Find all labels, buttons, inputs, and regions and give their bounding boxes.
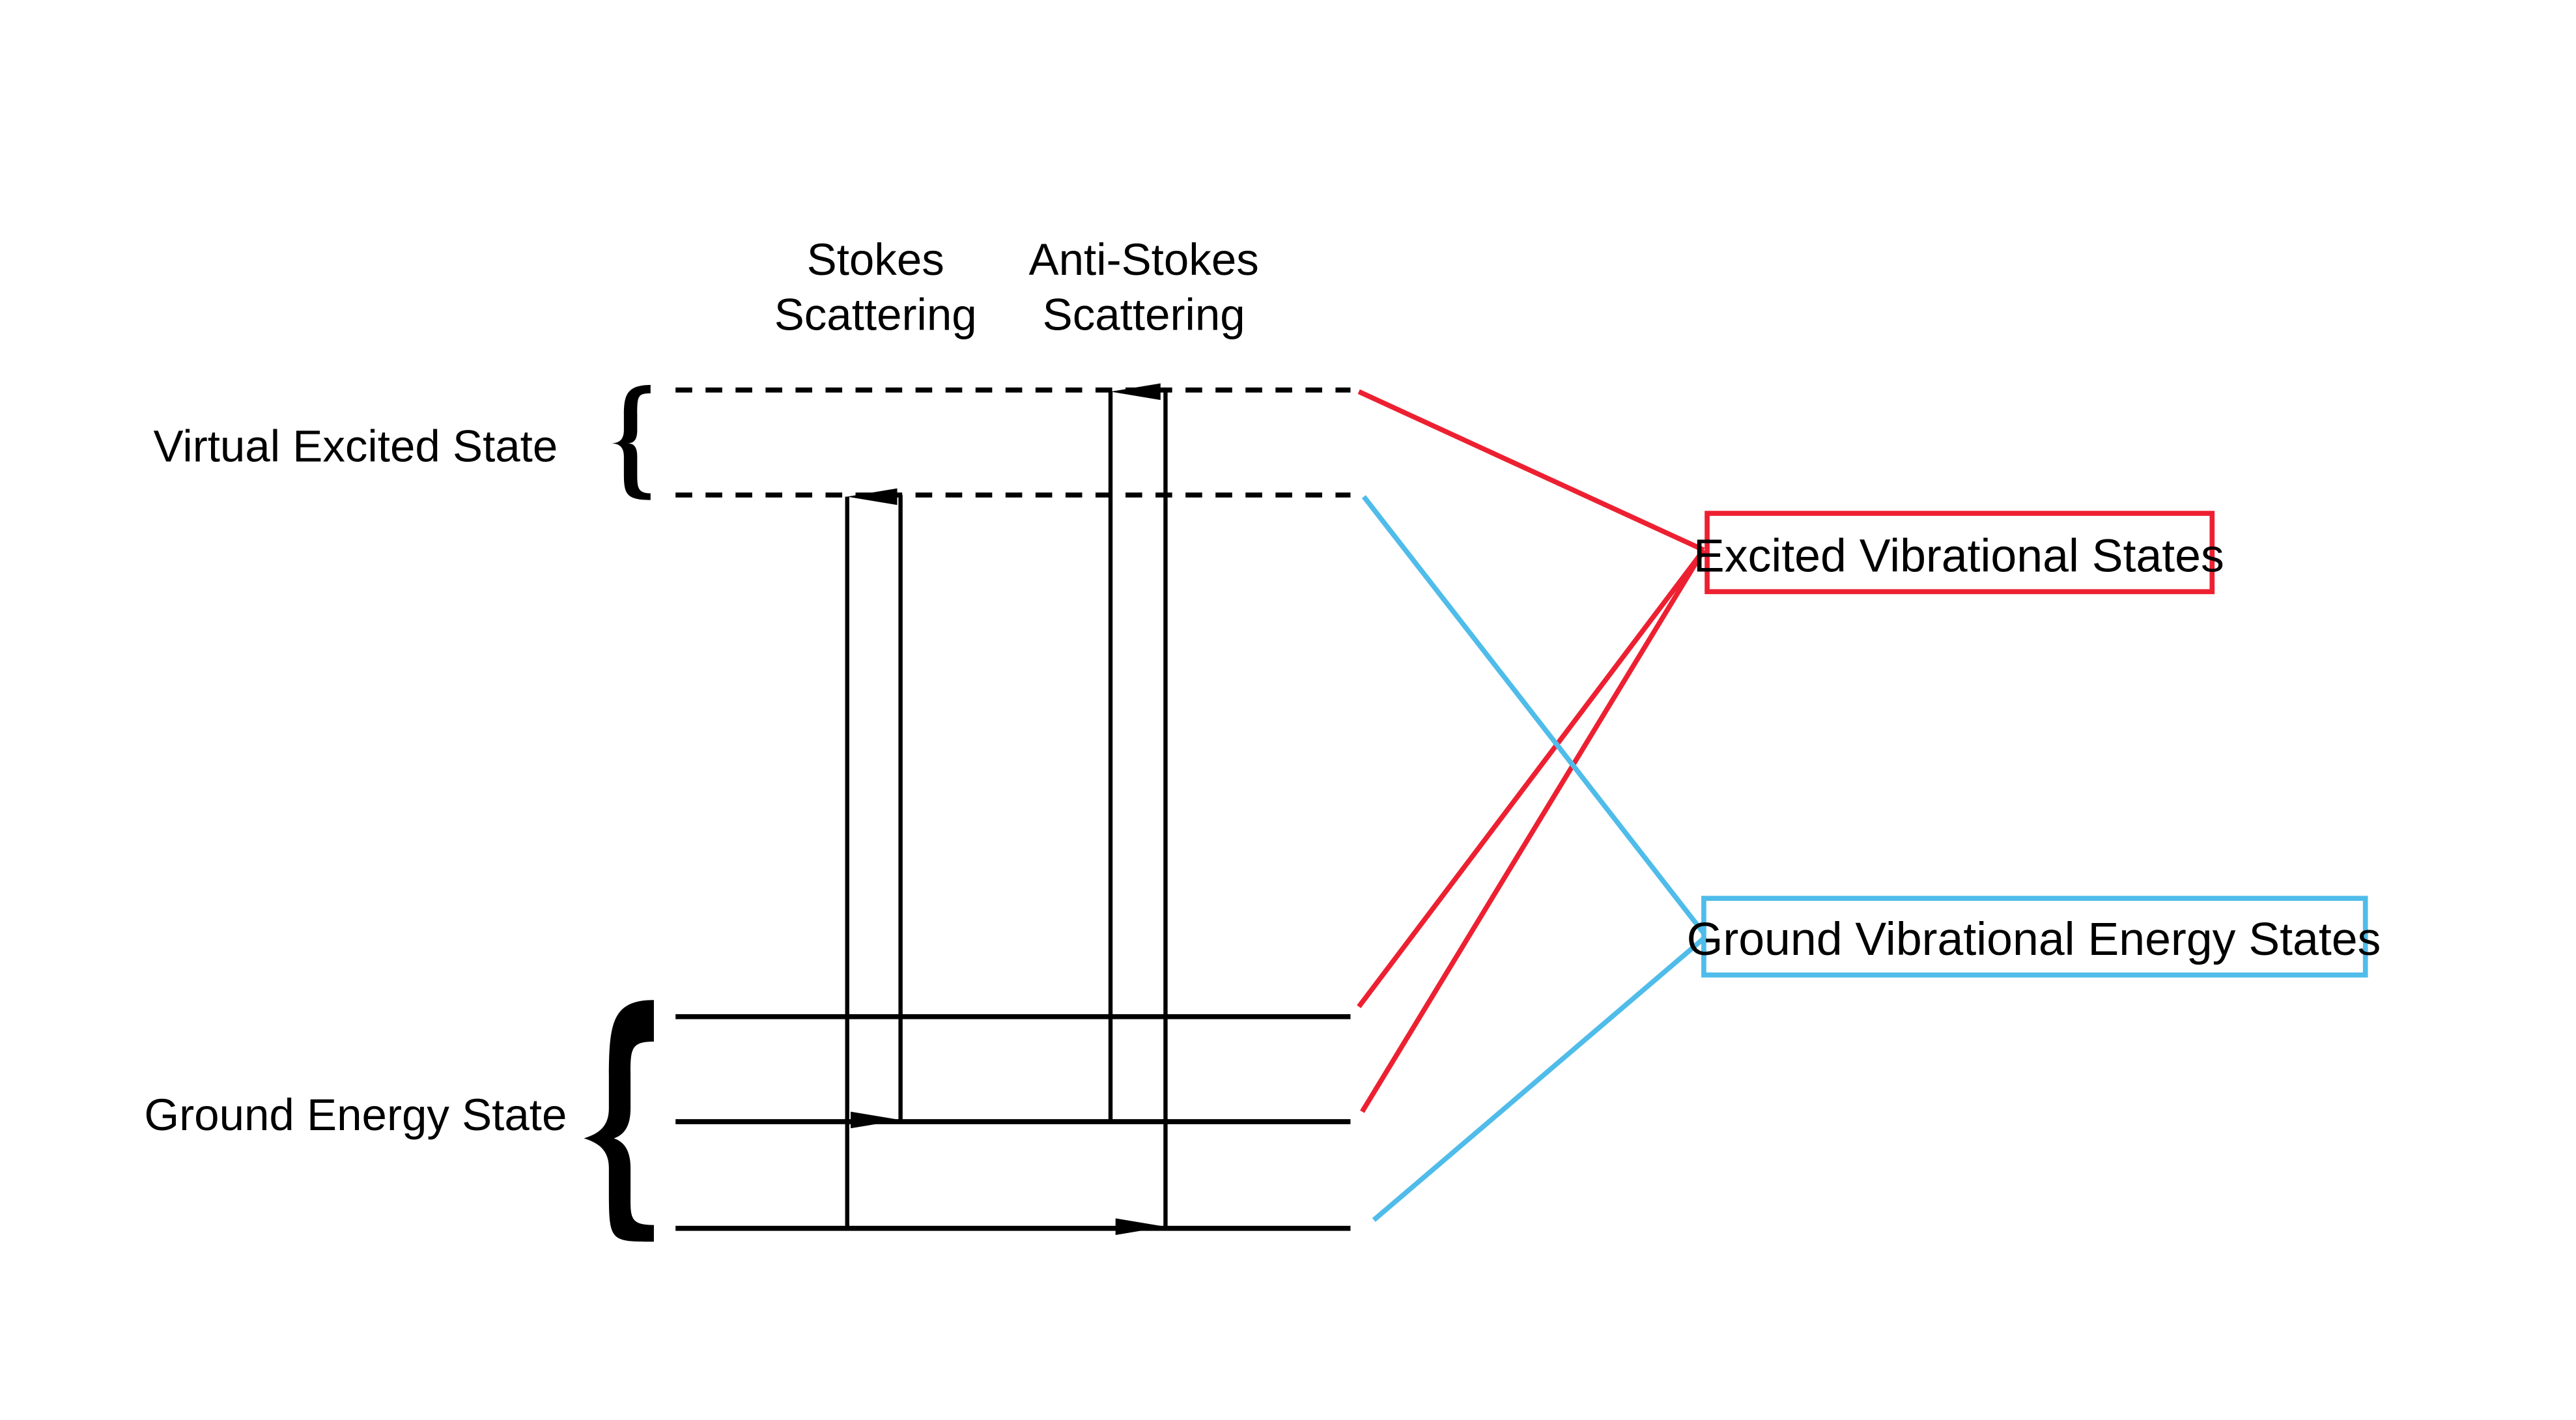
virtual-brace — [610, 385, 651, 500]
virtual-excited-state-label: Virtual Excited State — [154, 421, 558, 472]
raman-scattering-diagram: Stokes Scattering Anti-Stokes Scattering… — [144, 234, 2381, 1242]
anti-stokes-title-line2: Scattering — [1043, 289, 1245, 340]
anti-stokes-title-line1: Anti-Stokes — [1029, 234, 1259, 285]
excited-connector-v1 — [1360, 548, 1706, 1113]
stokes-title-line2: Scattering — [774, 289, 977, 340]
ground-brace — [584, 1000, 654, 1242]
excited-connector-v2 — [1357, 548, 1706, 1008]
stokes-title-line1: Stokes — [807, 234, 944, 285]
ground-connector-v0 — [1372, 936, 1706, 1222]
ground-connector-virtual-lower — [1361, 495, 1706, 935]
ground-vibrational-label: Ground Vibrational Energy States — [1687, 913, 2381, 965]
excited-connector-virtual-upper — [1357, 389, 1705, 552]
excited-vibrational-label: Excited Vibrational States — [1693, 530, 2224, 582]
ground-energy-state-label: Ground Energy State — [144, 1089, 567, 1140]
